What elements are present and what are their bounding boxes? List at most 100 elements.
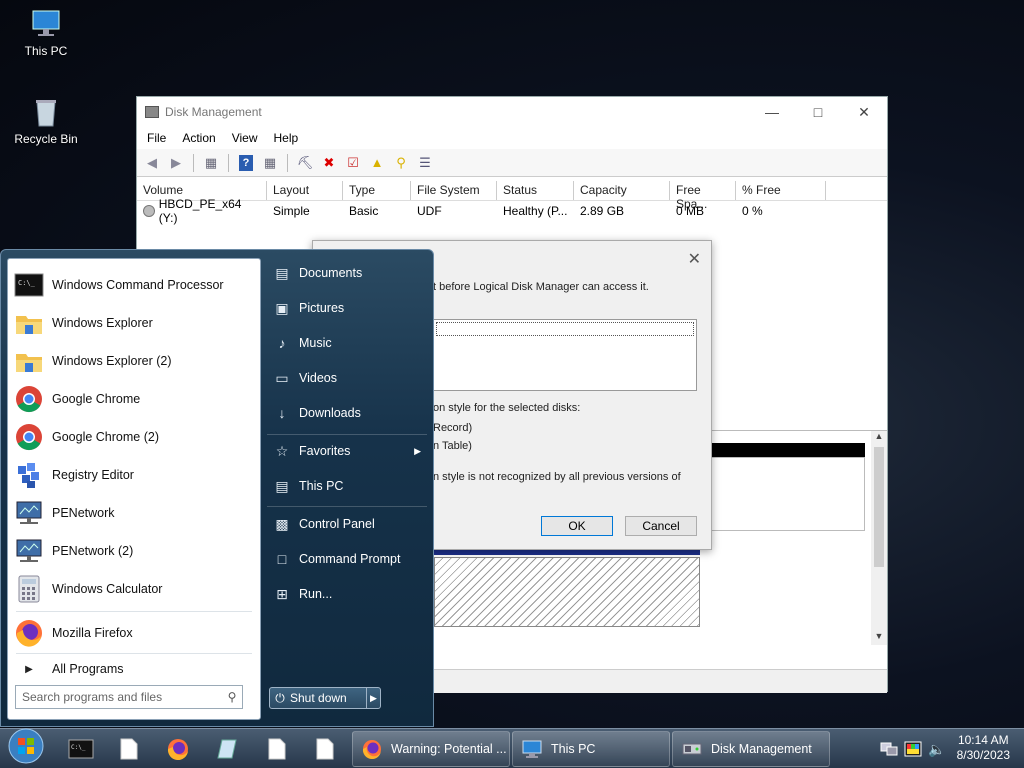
maximize-button[interactable]: □ xyxy=(795,97,841,127)
back-arrow-icon[interactable]: ◀ xyxy=(141,153,163,173)
properties-icon[interactable]: ▦ xyxy=(259,153,281,173)
program-windows-explorer-2[interactable]: Windows Explorer (2) xyxy=(14,343,254,379)
title-bar[interactable]: Disk Management — □ ✕ xyxy=(137,97,887,127)
svg-text:C:\_: C:\_ xyxy=(18,279,36,287)
taskbar-pin-file-1[interactable] xyxy=(120,732,138,766)
programs-pane: C:\_ Windows Command Processor Windows E… xyxy=(7,258,261,720)
program-windows-calculator[interactable]: Windows Calculator xyxy=(14,571,254,607)
start-item-documents[interactable]: ▤ Documents xyxy=(267,258,427,288)
program-penetwork[interactable]: PENetwork xyxy=(14,495,254,531)
volume-tray-icon[interactable]: 🔈 xyxy=(928,732,945,766)
menu-file[interactable]: File xyxy=(139,131,174,145)
dialog-instruction: t before Logical Disk Manager can access… xyxy=(433,281,649,293)
disk-management-app-icon xyxy=(145,106,159,118)
start-item-this-pc[interactable]: ▤ This PC xyxy=(267,471,427,501)
folder-up-icon[interactable]: ▲ xyxy=(366,153,388,173)
display-tray-icon[interactable] xyxy=(904,732,922,766)
shutdown-button[interactable]: ⏻ Shut down ▶ xyxy=(269,687,381,709)
desktop-icon-recycle-bin[interactable]: Recycle Bin xyxy=(6,96,86,146)
help-icon[interactable]: ? xyxy=(235,153,257,173)
clock-date: 8/30/2023 xyxy=(956,748,1010,762)
taskbar-pin-firefox[interactable] xyxy=(166,732,190,766)
start-item-run[interactable]: ⊞ Run... xyxy=(267,579,427,609)
clock-time: 10:14 AM xyxy=(957,733,1009,747)
list-item-selected[interactable] xyxy=(436,322,694,336)
close-button[interactable]: ✕ xyxy=(841,97,887,127)
disk-list[interactable] xyxy=(433,319,697,391)
system-clock[interactable]: 10:14 AM 8/30/2023 xyxy=(957,733,1010,763)
close-icon[interactable]: ✕ xyxy=(688,249,701,269)
column-status[interactable]: Status xyxy=(497,181,574,200)
program-windows-command-processor[interactable]: C:\_ Windows Command Processor xyxy=(14,267,254,303)
column-layout[interactable]: Layout xyxy=(267,181,343,200)
taskbar-pin-file-2[interactable] xyxy=(268,732,286,766)
mbr-option-label[interactable]: Record) xyxy=(433,422,472,434)
connect-icon[interactable]: ⛏ xyxy=(294,153,316,173)
program-google-chrome-2[interactable]: Google Chrome (2) xyxy=(14,419,254,455)
scroll-down-arrow-icon[interactable]: ▼ xyxy=(871,631,887,645)
start-item-command-prompt[interactable]: □ Command Prompt xyxy=(267,544,427,574)
taskbar: C:\_ Warning: Potential ... This PC Disk… xyxy=(0,728,1024,768)
column-percent-free[interactable]: % Free xyxy=(736,181,826,200)
desktop-icon-this-pc[interactable]: This PC xyxy=(6,8,86,58)
start-button[interactable] xyxy=(6,728,46,764)
scrollbar[interactable]: ▲ ▼ xyxy=(871,431,887,645)
table-row[interactable]: HBCD_PE_x64 (Y:) Simple Basic UDF Health… xyxy=(137,197,887,225)
blank-file-icon xyxy=(268,738,286,760)
taskbar-pin-cmd[interactable]: C:\_ xyxy=(68,732,94,766)
taskbar-button-firefox-warning[interactable]: Warning: Potential ... xyxy=(352,731,510,767)
scroll-up-arrow-icon[interactable]: ▲ xyxy=(871,431,887,445)
legend-bar xyxy=(434,669,887,693)
cmd-icon: C:\_ xyxy=(14,270,44,300)
show-hide-console-tree-icon[interactable]: ▦ xyxy=(200,153,222,173)
firefox-icon xyxy=(14,618,44,648)
calculator-icon xyxy=(14,574,44,604)
start-menu: C:\_ Windows Command Processor Windows E… xyxy=(0,249,434,727)
program-google-chrome[interactable]: Google Chrome xyxy=(14,381,254,417)
cmd-icon: C:\_ xyxy=(68,739,94,759)
menu-action[interactable]: Action xyxy=(174,131,223,145)
divider xyxy=(16,611,252,612)
program-penetwork-2[interactable]: PENetwork (2) xyxy=(14,533,254,569)
scrollbar-thumb[interactable] xyxy=(874,447,884,567)
program-registry-editor[interactable]: Registry Editor xyxy=(14,457,254,493)
cell-free-space: 0 MB xyxy=(676,204,705,218)
start-item-favorites[interactable]: ☆ Favorites ▶ xyxy=(267,436,427,466)
all-programs[interactable]: ▶ All Programs xyxy=(14,651,254,687)
video-icon: ▭ xyxy=(275,369,289,386)
cancel-button[interactable]: Cancel xyxy=(625,516,697,536)
partition-style-label: on style for the selected disks: xyxy=(433,402,581,414)
search-icon: ⚲ xyxy=(227,690,237,704)
taskbar-pin-notepad[interactable] xyxy=(216,732,238,766)
column-free-space[interactable]: Free Spa... xyxy=(670,181,736,211)
column-type[interactable]: Type xyxy=(343,181,411,200)
network-tray-icon[interactable] xyxy=(880,732,898,766)
taskbar-button-this-pc[interactable]: This PC xyxy=(512,731,670,767)
start-item-music[interactable]: ♪ Music xyxy=(267,328,427,358)
checklist-icon[interactable]: ☑ xyxy=(342,153,364,173)
menu-view[interactable]: View xyxy=(224,131,266,145)
program-mozilla-firefox[interactable]: Mozilla Firefox xyxy=(14,615,254,651)
start-item-control-panel[interactable]: ▩ Control Panel xyxy=(267,509,427,539)
column-capacity[interactable]: Capacity xyxy=(574,181,670,200)
ok-button[interactable]: OK xyxy=(541,516,613,536)
program-windows-explorer[interactable]: Windows Explorer xyxy=(14,305,254,341)
minimize-button[interactable]: — xyxy=(749,97,795,127)
search-input[interactable]: Search programs and files ⚲ xyxy=(15,685,243,709)
forward-arrow-icon[interactable]: ▶ xyxy=(165,153,187,173)
partition-unallocated[interactable] xyxy=(434,557,700,627)
shutdown-options-arrow-icon[interactable]: ▶ xyxy=(366,688,380,708)
start-item-downloads[interactable]: ↓ Downloads xyxy=(267,398,427,428)
delete-icon[interactable]: ✖ xyxy=(318,153,340,173)
list-view-icon[interactable]: ☰ xyxy=(414,153,436,173)
firefox-icon xyxy=(167,739,188,761)
taskbar-button-disk-management[interactable]: Disk Management xyxy=(672,731,830,767)
search-folder-icon[interactable]: ⚲ xyxy=(390,153,412,173)
gpt-option-label[interactable]: n Table) xyxy=(433,440,472,452)
start-item-pictures[interactable]: ▣ Pictures xyxy=(267,293,427,323)
start-item-videos[interactable]: ▭ Videos xyxy=(267,363,427,393)
menu-help[interactable]: Help xyxy=(266,131,307,145)
monitor-icon xyxy=(28,8,64,40)
column-file-system[interactable]: File System xyxy=(411,181,497,200)
taskbar-pin-file-3[interactable] xyxy=(316,732,334,766)
